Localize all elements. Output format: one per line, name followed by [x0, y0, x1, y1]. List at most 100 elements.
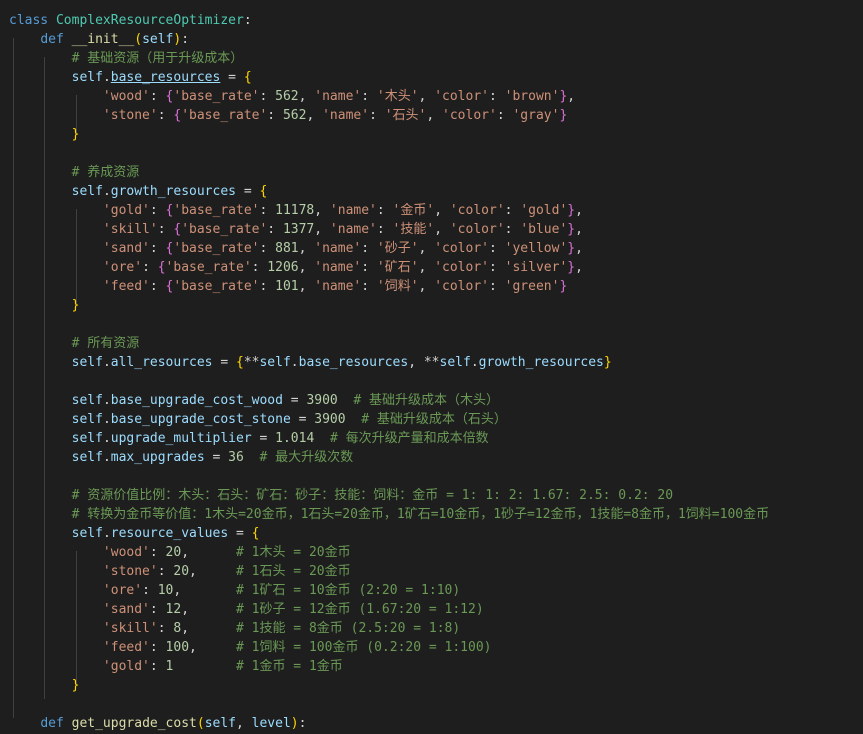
code-editor[interactable]: class ComplexResourceOptimizer: def __in…: [0, 0, 863, 734]
code-token: ,: [181, 621, 236, 636]
code-line[interactable]: self.all_resources = {**self.base_resour…: [0, 353, 863, 372]
code-token: :: [259, 279, 276, 294]
code-token: ,: [426, 108, 443, 123]
code-line[interactable]: }: [0, 296, 863, 315]
code-token: :: [504, 222, 521, 237]
code-token: :: [157, 621, 174, 636]
code-token: **: [423, 355, 440, 370]
code-line[interactable]: [0, 144, 863, 163]
code-line[interactable]: 'wood': {'base_rate': 562, 'name': '木头',…: [0, 87, 863, 106]
code-token: self: [259, 355, 291, 370]
code-token: 'gray': [512, 108, 560, 123]
code-line[interactable]: 'stone': 20, # 1石头 = 20金币: [0, 562, 863, 581]
code-token: level: [251, 716, 291, 731]
code-token: :: [267, 108, 283, 123]
code-token: ,: [236, 716, 252, 731]
code-token: :: [361, 260, 377, 275]
code-line[interactable]: }: [0, 676, 863, 695]
code-token: 20: [173, 564, 190, 579]
code-token: =: [204, 450, 229, 465]
code-token: self: [71, 526, 103, 541]
code-token: .: [470, 355, 479, 370]
code-token: ,: [434, 203, 450, 218]
code-token: # 1金币 = 1金币: [236, 659, 343, 674]
code-token: growth_resources: [110, 184, 236, 199]
code-token: '木头': [376, 89, 419, 104]
code-token: :: [149, 279, 166, 294]
code-token: }: [603, 355, 612, 370]
code-token: :: [259, 241, 276, 256]
code-token: # 1矿石 = 10金币 (2:20 = 1:10): [236, 583, 461, 598]
code-line[interactable]: [0, 315, 863, 334]
code-token: :: [181, 32, 190, 47]
code-token: :: [376, 203, 393, 218]
code-line[interactable]: def __init__(self):: [0, 30, 863, 49]
code-token: self: [71, 412, 103, 427]
code-token: 'feed': [102, 279, 150, 294]
code-line[interactable]: [0, 695, 863, 714]
code-token: 'sand': [102, 602, 150, 617]
code-line[interactable]: # 资源价值比例：木头：石头：矿石：砂子：技能：饲料：金币 = 1: 1: 2:…: [0, 486, 863, 505]
code-token: ,: [181, 545, 236, 560]
code-line[interactable]: 'wood': 20, # 1木头 = 20金币: [0, 543, 863, 562]
code-line[interactable]: def get_upgrade_cost(self, level):: [0, 714, 863, 733]
code-line[interactable]: 'skill': {'base_rate': 1377, 'name': '技能…: [0, 220, 863, 239]
code-token: 'color': [434, 89, 489, 104]
code-token: =: [282, 393, 307, 408]
code-token: class: [9, 13, 56, 28]
code-token: .: [102, 70, 111, 85]
code-token: 'base_rate': [181, 222, 268, 237]
code-token: self: [71, 431, 103, 446]
code-token: get_upgrade_cost: [71, 716, 197, 731]
code-token: 12: [165, 602, 182, 617]
code-line[interactable]: 'gold': {'base_rate': 11178, 'name': '金币…: [0, 201, 863, 220]
code-line[interactable]: 'stone': {'base_rate': 562, 'name': '石头'…: [0, 106, 863, 125]
code-line[interactable]: 'feed': {'base_rate': 101, 'name': '饲料',…: [0, 277, 863, 296]
code-token: 'base_rate': [173, 279, 260, 294]
code-line[interactable]: 'sand': 12, # 1砂子 = 12金币 (1.67:20 = 1:12…: [0, 600, 863, 619]
code-line[interactable]: self.growth_resources = {: [0, 182, 863, 201]
code-token: ,: [575, 241, 583, 256]
code-line[interactable]: self.base_upgrade_cost_wood = 3900 # 基础升…: [0, 391, 863, 410]
code-token: self: [71, 393, 103, 408]
code-token: .: [102, 184, 111, 199]
code-token: ,: [418, 241, 435, 256]
code-line[interactable]: self.upgrade_multiplier = 1.014 # 每次升级产量…: [0, 429, 863, 448]
code-line[interactable]: # 转换为金币等价值：1木头=20金币，1石头=20金币，1矿石=10金币，1砂…: [0, 505, 863, 524]
code-line[interactable]: [0, 372, 863, 391]
code-token: ,: [575, 222, 583, 237]
code-token: max_upgrades: [110, 450, 205, 465]
code-token: 100: [165, 640, 190, 655]
code-line[interactable]: # 养成资源: [0, 163, 863, 182]
code-token: :: [376, 222, 393, 237]
code-area[interactable]: class ComplexResourceOptimizer: def __in…: [0, 0, 863, 733]
code-line[interactable]: 'ore': {'base_rate': 1206, 'name': '矿石',…: [0, 258, 863, 277]
code-token: ,: [314, 222, 330, 237]
code-token: 'name': [314, 260, 362, 275]
code-line[interactable]: 'skill': 8, # 1技能 = 8金币 (2.5:20 = 1:8): [0, 619, 863, 638]
code-token: # 基础升级成本（石头）: [361, 412, 507, 427]
code-line[interactable]: self.resource_values = {: [0, 524, 863, 543]
code-line[interactable]: 'sand': {'base_rate': 881, 'name': '砂子',…: [0, 239, 863, 258]
code-line[interactable]: # 基础资源（用于升级成本）: [0, 49, 863, 68]
code-line[interactable]: self.base_resources = {: [0, 68, 863, 87]
code-line[interactable]: 'ore': 10, # 1矿石 = 10金币 (2:20 = 1:10): [0, 581, 863, 600]
code-line[interactable]: # 所有资源: [0, 334, 863, 353]
code-token: :: [149, 241, 166, 256]
code-line[interactable]: class ComplexResourceOptimizer:: [0, 11, 863, 30]
code-line[interactable]: 'feed': 100, # 1饲料 = 100金币 (0.2:20 = 1:1…: [0, 638, 863, 657]
code-line[interactable]: self.max_upgrades = 36 # 最大升级次数: [0, 448, 863, 467]
code-token: :: [489, 279, 505, 294]
code-token: ,: [418, 260, 435, 275]
code-line[interactable]: 'gold': 1 # 1金币 = 1金币: [0, 657, 863, 676]
code-line[interactable]: }: [0, 125, 863, 144]
code-line[interactable]: [0, 467, 863, 486]
code-token: 'stone': [102, 108, 158, 123]
code-line[interactable]: self.base_upgrade_cost_stone = 3900 # 基础…: [0, 410, 863, 429]
